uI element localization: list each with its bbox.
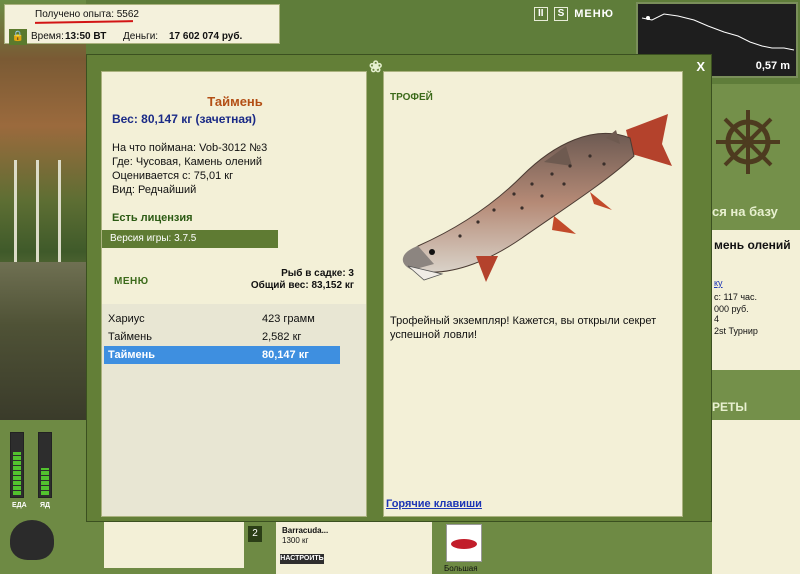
catch-place-line: Где: Чусовая, Камень олений <box>112 156 263 168</box>
experience-text: Получено опыта: 5562 <box>35 9 139 20</box>
right-side-panel: ся на базу мень олений ку с: 117 час. 00… <box>712 84 800 574</box>
fish-name: Таймень <box>207 94 263 109</box>
poison-gauge <box>38 432 52 498</box>
catch-row[interactable]: Хариус 423 грамм <box>104 310 340 328</box>
trophy-message: Трофейный экземпляр! Кажется, вы открыли… <box>390 315 657 341</box>
version-bar: Версия игры: 3.7.5 <box>102 230 278 248</box>
lure-label: Большая <box>444 564 478 573</box>
rod-slot-number[interactable]: 2 <box>248 526 262 542</box>
secrets-button[interactable]: РЕТЫ <box>712 400 747 414</box>
money-text: 000 руб. <box>714 304 749 314</box>
location-link[interactable]: ку <box>714 278 723 288</box>
return-to-base-button[interactable]: ся на базу <box>712 204 778 219</box>
digit-text: 4 <box>714 314 720 324</box>
gear-value: 1300 кг <box>282 536 309 545</box>
trophy-pane: ТРОФЕЙ Трофейный экземпляр! Кажется, вы … <box>383 71 683 517</box>
close-button[interactable]: X <box>696 59 705 74</box>
location-name: мень олений <box>714 238 791 252</box>
sound-button[interactable]: S <box>553 7 569 21</box>
cauldron-icon[interactable] <box>10 520 54 560</box>
money-label: Деньги: <box>123 31 159 42</box>
tournament-text: 2st Турнир <box>714 326 758 336</box>
money-value: 17 602 074 руб. <box>169 31 243 42</box>
catch-row-weight: 2,582 кг <box>262 331 302 343</box>
river-water <box>0 262 86 420</box>
ships-wheel-icon <box>716 110 780 174</box>
catch-row-selected[interactable]: Таймень 80,147 кг <box>104 346 340 364</box>
catch-row-weight: 80,147 кг <box>262 349 309 361</box>
hours-text: с: 117 час. <box>714 292 758 302</box>
keepnet-count: Рыб в садке: 3 <box>281 268 354 279</box>
pause-button[interactable]: II <box>534 7 548 21</box>
catch-details-pane: Таймень Вес: 80,147 кг (зачетная) На что… <box>101 71 367 517</box>
dialog-menu-button[interactable]: МЕНЮ <box>114 276 149 287</box>
poison-gauge-label: ЯД <box>40 502 51 509</box>
top-controls: II S МЕНЮ <box>534 6 614 22</box>
food-gauge-fill <box>13 451 21 495</box>
catch-list: Хариус 423 грамм Таймень 2,582 кг Таймен… <box>102 304 366 516</box>
red-underline <box>34 20 134 24</box>
trophy-label: ТРОФЕЙ <box>390 92 433 103</box>
catch-rarity-line: Вид: Редчайший <box>112 184 197 196</box>
license-status: Есть лицензия <box>112 212 193 224</box>
fishing-spot-photo <box>0 0 86 420</box>
food-gauge-label: ЕДА <box>12 502 27 509</box>
food-gauge <box>10 432 24 498</box>
catch-dialog: ❀ X Таймень Вес: 80,147 кг (зачетная) На… <box>86 54 712 522</box>
hud-status-box: Получено опыта: 5562 🔒 Время: 13:50 ВТ Д… <box>4 4 280 45</box>
lure-icon <box>451 539 477 549</box>
catch-row-name: Хариус <box>108 313 145 325</box>
poison-gauge-fill <box>41 468 49 495</box>
keepnet-weight: Общий вес: 83,152 кг <box>250 280 354 291</box>
taimen-fish-icon <box>402 114 672 282</box>
main-menu-button[interactable]: МЕНЮ <box>574 8 614 20</box>
gear-name: Barracuda... <box>282 526 329 535</box>
fish-weight: Вес: 80,147 кг (зачетная) <box>112 112 257 126</box>
location-info-panel: мень олений ку с: 117 час. 000 руб. 4 2s… <box>712 230 800 370</box>
time-value: 13:50 ВТ <box>65 31 107 42</box>
catch-row[interactable]: Таймень 2,582 кг <box>104 328 340 346</box>
catch-min-weight-line: Оценивается с: 75,01 кг <box>112 170 234 182</box>
bait-slot[interactable] <box>104 522 244 568</box>
gear-slot: Barracuda... 1300 кг <box>276 522 432 574</box>
lure-slot[interactable] <box>446 524 482 562</box>
tune-button[interactable]: НАСТРОИТЬ <box>280 554 324 564</box>
lock-icon[interactable]: 🔒 <box>9 29 27 45</box>
depth-readout: 0,57 m <box>755 60 790 72</box>
time-label: Время: <box>31 31 64 42</box>
hotkeys-link[interactable]: Горячие клавиши <box>386 498 482 510</box>
secondary-panel <box>712 420 800 574</box>
catch-row-name: Таймень <box>108 331 152 343</box>
catch-row-name: Таймень <box>108 349 155 361</box>
catch-row-weight: 423 грамм <box>262 313 315 325</box>
catch-lure-line: На что поймана: Vob-3012 №3 <box>112 142 268 154</box>
